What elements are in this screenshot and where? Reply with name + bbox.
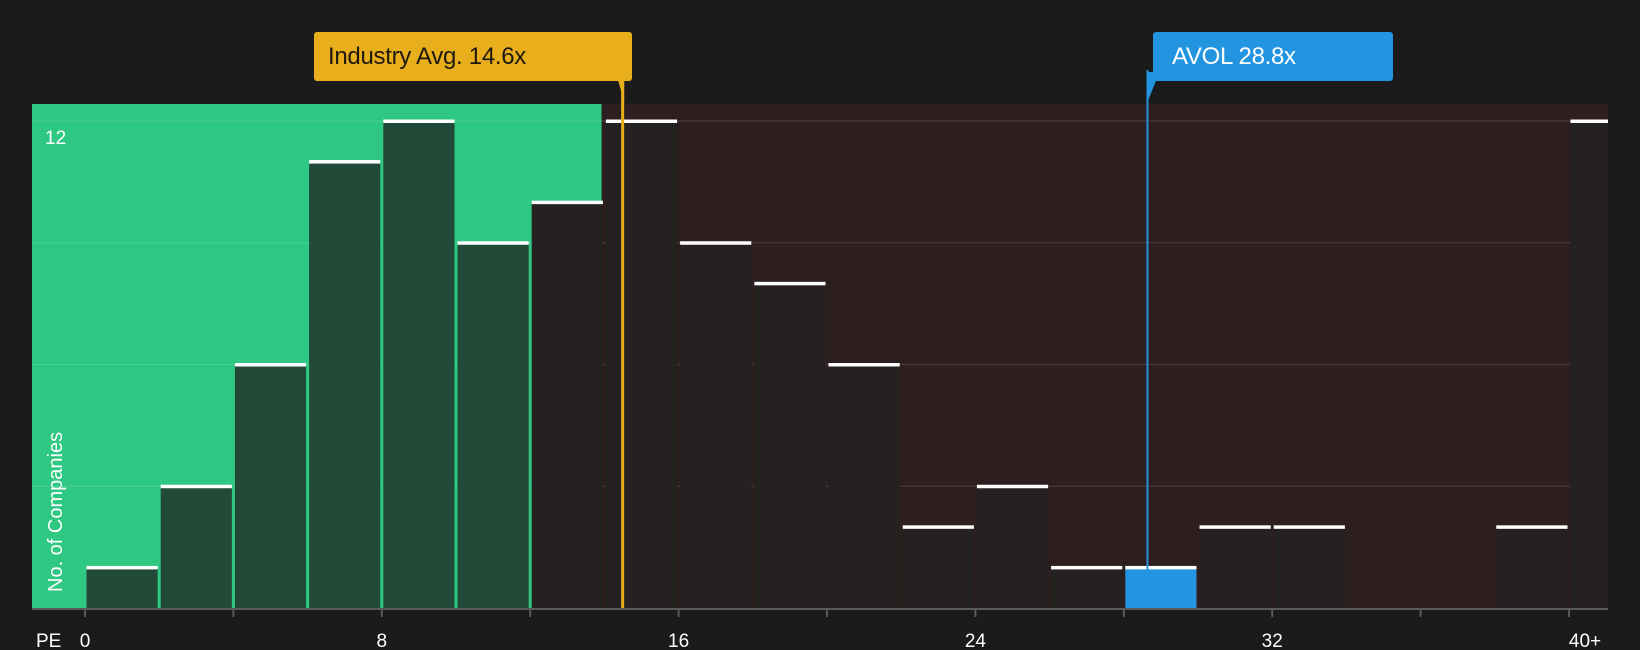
- x-tick-label: 0: [80, 631, 91, 650]
- industry-average-callout: Industry Avg. 14.6x: [314, 32, 632, 81]
- overvalued-zone: [601, 104, 1608, 608]
- x-tick-label: 24: [965, 631, 987, 650]
- y-axis-title: No. of Companies: [45, 432, 67, 592]
- bar-top-cap: [902, 525, 974, 529]
- company-bar: [1125, 567, 1197, 608]
- histogram-bar: [605, 121, 678, 608]
- histogram-bar: [383, 121, 455, 608]
- histogram-bar: [457, 242, 529, 608]
- pe-distribution-chart: 0 8 16 24 32 40+ PE 12 No. of Companies Indus…: [0, 0, 1640, 650]
- histogram-bar: [1496, 526, 1568, 608]
- company-pe-label: AVOL 28.8x: [1172, 43, 1296, 70]
- y-tick-label: 12: [45, 128, 66, 149]
- industry-average-label: Industry Avg. 14.6x: [328, 43, 526, 70]
- chart-canvas: 0 8 16 24 32 40+ PE 12 No. of Companies: [32, 68, 1608, 650]
- bar-top-cap: [86, 565, 158, 570]
- histogram-bar: [680, 242, 752, 608]
- company-pe-callout: AVOL 28.8x: [1153, 32, 1393, 81]
- bar-top-cap: [309, 160, 381, 164]
- histogram-bar: [1051, 567, 1123, 608]
- histogram-bar: [160, 486, 232, 608]
- bar-top-cap: [1125, 565, 1197, 570]
- histogram-bar: [234, 364, 307, 608]
- x-axis-title: PE: [36, 631, 61, 650]
- bar-top-cap: [457, 241, 529, 245]
- histogram-bar: [1199, 526, 1271, 608]
- histogram-bar: [976, 486, 1049, 608]
- bar-top-cap: [828, 363, 900, 367]
- bar-top-cap: [1570, 119, 1608, 123]
- bar-top-cap: [754, 281, 826, 286]
- bar-top-cap: [1199, 525, 1271, 529]
- bar-top-cap: [234, 363, 307, 367]
- bar-top-cap: [680, 241, 752, 245]
- histogram-bar: [754, 283, 826, 608]
- histogram-bar: [309, 161, 381, 609]
- bar-top-cap: [976, 484, 1049, 489]
- bar-top-cap: [160, 484, 232, 489]
- histogram-bar: [86, 567, 158, 608]
- histogram-bar: [1570, 121, 1608, 608]
- histogram-bar: [531, 202, 603, 608]
- bar-top-cap: [1496, 525, 1568, 529]
- bar-top-cap: [605, 119, 678, 123]
- histogram-bar: [902, 526, 974, 608]
- bar-top-cap: [531, 200, 603, 205]
- histogram-bar: [828, 364, 900, 608]
- bar-top-cap: [1051, 565, 1123, 570]
- x-axis-ticks: 0 8 16 24 32 40+: [80, 609, 1601, 650]
- x-tick-label: 40+: [1569, 631, 1601, 650]
- bar-top-cap: [1273, 525, 1345, 529]
- bar-top-cap: [383, 119, 455, 123]
- x-tick-label: 8: [377, 631, 388, 650]
- x-tick-label: 32: [1262, 631, 1283, 650]
- histogram-bar: [1273, 526, 1345, 608]
- x-tick-label: 16: [668, 631, 689, 650]
